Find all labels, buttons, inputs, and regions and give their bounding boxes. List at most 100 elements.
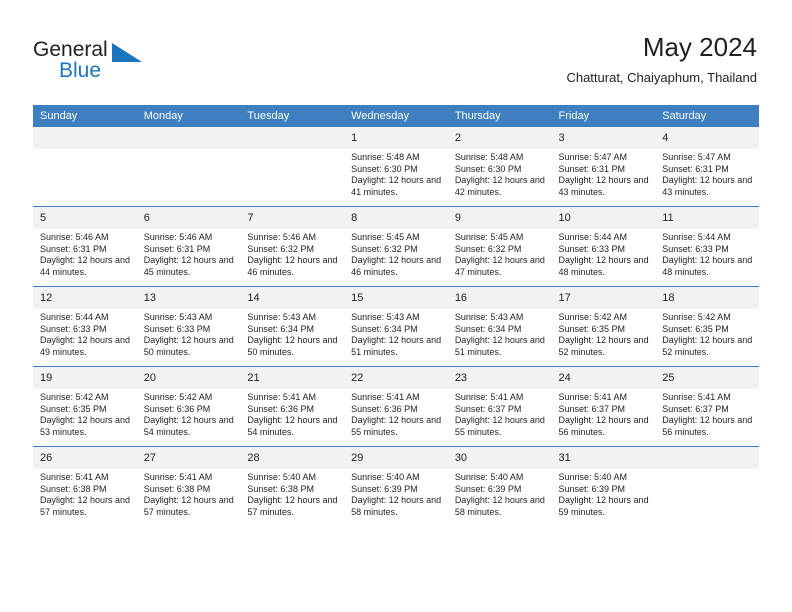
daylight-text: Daylight: 12 hours and 54 minutes. (247, 415, 338, 437)
calendar-day-cell[interactable]: 23 Sunrise: 5:41 AM Sunset: 6:37 PM Dayligh… (447, 366, 552, 447)
daylight-text: Daylight: 12 hours and 55 minutes. (454, 415, 545, 437)
calendar-day-cell[interactable]: 10 Sunrise: 5:44 AM Sunset: 6:33 PM Dayligh… (551, 206, 656, 287)
sunset-text: Sunset: 6:36 PM (143, 403, 211, 414)
weekday-header-row: Sunday Monday Tuesday Wednesday Thursday… (33, 105, 759, 127)
weekday-header-saturday: Saturday (655, 105, 759, 127)
day-number: 12 (33, 287, 137, 309)
day-number: 1 (344, 127, 448, 149)
day-number: 31 (551, 447, 656, 469)
logo-text-blue: Blue (59, 59, 102, 82)
calendar-day-cell[interactable]: 26 Sunrise: 5:41 AM Sunset: 6:38 PM Dayligh… (33, 446, 137, 526)
day-cell-inner: 16 Sunrise: 5:43 AM Sunset: 6:34 PM Dayligh… (447, 287, 552, 366)
day-number: 26 (33, 447, 137, 469)
calendar-day-cell[interactable]: 9 Sunrise: 5:45 AM Sunset: 6:32 PM Daylight… (447, 206, 552, 287)
day-number: 24 (551, 367, 656, 389)
sunrise-text: Sunrise: 5:40 AM (558, 472, 628, 482)
day-details: Sunrise: 5:42 AM Sunset: 6:35 PM Daylight:… (33, 389, 137, 438)
day-number: 11 (655, 207, 759, 229)
calendar-day-cell[interactable]: 14 Sunrise: 5:43 AM Sunset: 6:34 PM Dayligh… (240, 286, 345, 367)
day-details: Sunrise: 5:48 AM Sunset: 6:30 PM Daylight:… (448, 149, 552, 198)
sunrise-text: Sunrise: 5:41 AM (558, 392, 628, 402)
calendar-day-cell[interactable]: 27 Sunrise: 5:41 AM Sunset: 6:38 PM Dayligh… (136, 446, 241, 526)
calendar-day-cell[interactable]: 19 Sunrise: 5:42 AM Sunset: 6:35 PM Dayligh… (33, 366, 137, 447)
day-cell-inner: 11 Sunrise: 5:44 AM Sunset: 6:33 PM Dayligh… (655, 207, 759, 286)
sunrise-text: Sunrise: 5:42 AM (40, 392, 109, 402)
daylight-text: Daylight: 12 hours and 48 minutes. (558, 255, 649, 277)
day-cell-inner (33, 127, 137, 206)
calendar-day-cell[interactable]: 28 Sunrise: 5:40 AM Sunset: 6:38 PM Dayligh… (240, 446, 345, 526)
calendar-day-cell[interactable]: 31 Sunrise: 5:40 AM Sunset: 6:39 PM Dayligh… (551, 446, 656, 526)
daylight-text: Daylight: 12 hours and 56 minutes. (558, 415, 649, 437)
calendar-day-cell[interactable]: 12 Sunrise: 5:44 AM Sunset: 6:33 PM Dayligh… (33, 286, 137, 367)
calendar-day-cell[interactable]: 29 Sunrise: 5:40 AM Sunset: 6:39 PM Dayligh… (344, 446, 448, 526)
day-cell-inner: 29 Sunrise: 5:40 AM Sunset: 6:39 PM Dayligh… (344, 447, 448, 526)
sunset-text: Sunset: 6:37 PM (558, 403, 626, 414)
day-details: Sunrise: 5:41 AM Sunset: 6:37 PM Daylight:… (552, 389, 656, 438)
daylight-text: Daylight: 12 hours and 54 minutes. (143, 415, 234, 437)
day-number: 20 (136, 367, 241, 389)
daylight-text: Daylight: 12 hours and 53 minutes. (40, 415, 131, 437)
day-cell-inner: 23 Sunrise: 5:41 AM Sunset: 6:37 PM Dayligh… (447, 367, 552, 446)
sunrise-text: Sunrise: 5:43 AM (247, 312, 316, 322)
calendar-day-cell[interactable]: 3 Sunrise: 5:47 AM Sunset: 6:31 PM Daylight… (551, 127, 656, 207)
weekday-header-thursday: Thursday (447, 105, 552, 127)
daylight-text: Daylight: 12 hours and 57 minutes. (247, 495, 338, 517)
day-cell-inner: 26 Sunrise: 5:41 AM Sunset: 6:38 PM Dayligh… (33, 447, 137, 526)
sunset-text: Sunset: 6:32 PM (454, 243, 522, 254)
day-details: Sunrise: 5:46 AM Sunset: 6:31 PM Daylight:… (137, 229, 241, 278)
day-cell-inner: 5 Sunrise: 5:46 AM Sunset: 6:31 PM Daylight… (33, 207, 137, 286)
sunrise-sunset-calendar: Sunday Monday Tuesday Wednesday Thursday… (33, 105, 759, 526)
day-details: Sunrise: 5:41 AM Sunset: 6:36 PM Daylight:… (240, 389, 344, 438)
day-number: 8 (344, 207, 448, 229)
day-number (33, 127, 137, 149)
day-details: Sunrise: 5:44 AM Sunset: 6:33 PM Daylight:… (33, 309, 137, 358)
sunset-text: Sunset: 6:31 PM (558, 163, 626, 174)
sunrise-text: Sunrise: 5:41 AM (143, 472, 213, 482)
day-cell-inner: 14 Sunrise: 5:43 AM Sunset: 6:34 PM Dayligh… (240, 287, 345, 366)
calendar-day-cell[interactable]: 5 Sunrise: 5:46 AM Sunset: 6:31 PM Daylight… (33, 206, 137, 287)
sunrise-text: Sunrise: 5:43 AM (143, 312, 213, 322)
daylight-text: Daylight: 12 hours and 43 minutes. (662, 175, 753, 197)
daylight-text: Daylight: 12 hours and 47 minutes. (454, 255, 545, 277)
day-details: Sunrise: 5:44 AM Sunset: 6:33 PM Daylight:… (552, 229, 656, 278)
calendar-day-cell[interactable]: 30 Sunrise: 5:40 AM Sunset: 6:39 PM Dayligh… (447, 446, 552, 526)
calendar-day-cell[interactable]: 17 Sunrise: 5:42 AM Sunset: 6:35 PM Dayligh… (551, 286, 656, 367)
day-number: 18 (655, 287, 759, 309)
calendar-day-cell[interactable]: 20 Sunrise: 5:42 AM Sunset: 6:36 PM Dayligh… (136, 366, 241, 447)
calendar-day-cell[interactable]: 7 Sunrise: 5:46 AM Sunset: 6:32 PM Daylight… (240, 206, 345, 287)
sunrise-text: Sunrise: 5:47 AM (558, 152, 628, 162)
sunrise-text: Sunrise: 5:41 AM (454, 392, 524, 402)
calendar-day-cell[interactable]: 6 Sunrise: 5:46 AM Sunset: 6:31 PM Daylight… (136, 206, 241, 287)
day-number: 13 (136, 287, 241, 309)
day-number (655, 447, 759, 469)
day-details: Sunrise: 5:42 AM Sunset: 6:36 PM Daylight:… (137, 389, 241, 438)
calendar-day-cell[interactable]: 8 Sunrise: 5:45 AM Sunset: 6:32 PM Daylight… (344, 206, 448, 287)
calendar-day-cell[interactable]: 13 Sunrise: 5:43 AM Sunset: 6:33 PM Dayligh… (136, 286, 241, 367)
day-cell-inner: 7 Sunrise: 5:46 AM Sunset: 6:32 PM Daylight… (240, 207, 345, 286)
daylight-text: Daylight: 12 hours and 50 minutes. (143, 335, 234, 357)
page-title: May 2024 (642, 32, 757, 62)
calendar-day-cell[interactable]: 22 Sunrise: 5:41 AM Sunset: 6:36 PM Dayligh… (344, 366, 448, 447)
day-details: Sunrise: 5:41 AM Sunset: 6:37 PM Daylight:… (655, 389, 759, 438)
sunset-text: Sunset: 6:30 PM (454, 163, 522, 174)
calendar-day-cell[interactable]: 25 Sunrise: 5:41 AM Sunset: 6:37 PM Dayligh… (655, 366, 759, 447)
calendar-day-cell[interactable]: 11 Sunrise: 5:44 AM Sunset: 6:33 PM Dayligh… (655, 206, 759, 287)
sunset-text: Sunset: 6:38 PM (143, 483, 211, 494)
calendar-day-cell[interactable]: 18 Sunrise: 5:42 AM Sunset: 6:35 PM Dayligh… (655, 286, 759, 367)
day-number: 23 (447, 367, 552, 389)
sunset-text: Sunset: 6:38 PM (247, 483, 314, 494)
daylight-text: Daylight: 12 hours and 49 minutes. (40, 335, 131, 357)
day-cell-inner: 9 Sunrise: 5:45 AM Sunset: 6:32 PM Daylight… (447, 207, 552, 286)
calendar-day-cell[interactable]: 21 Sunrise: 5:41 AM Sunset: 6:36 PM Dayligh… (240, 366, 345, 447)
sunrise-text: Sunrise: 5:46 AM (40, 232, 109, 242)
sunset-text: Sunset: 6:33 PM (143, 323, 211, 334)
calendar-day-cell[interactable]: 2 Sunrise: 5:48 AM Sunset: 6:30 PM Daylight… (447, 127, 552, 207)
day-cell-inner: 18 Sunrise: 5:42 AM Sunset: 6:35 PM Dayligh… (655, 287, 759, 366)
calendar-week-row: 26 Sunrise: 5:41 AM Sunset: 6:38 PM Dayligh… (33, 446, 759, 526)
sunrise-text: Sunrise: 5:42 AM (662, 312, 731, 322)
calendar-day-cell[interactable]: 24 Sunrise: 5:41 AM Sunset: 6:37 PM Dayligh… (551, 366, 656, 447)
calendar-day-cell[interactable]: 4 Sunrise: 5:47 AM Sunset: 6:31 PM Daylight… (655, 127, 759, 207)
calendar-day-cell[interactable]: 1 Sunrise: 5:48 AM Sunset: 6:30 PM Daylight… (344, 127, 448, 207)
calendar-day-cell[interactable]: 16 Sunrise: 5:43 AM Sunset: 6:34 PM Dayligh… (447, 286, 552, 367)
calendar-day-cell[interactable]: 15 Sunrise: 5:43 AM Sunset: 6:34 PM Dayligh… (344, 286, 448, 367)
